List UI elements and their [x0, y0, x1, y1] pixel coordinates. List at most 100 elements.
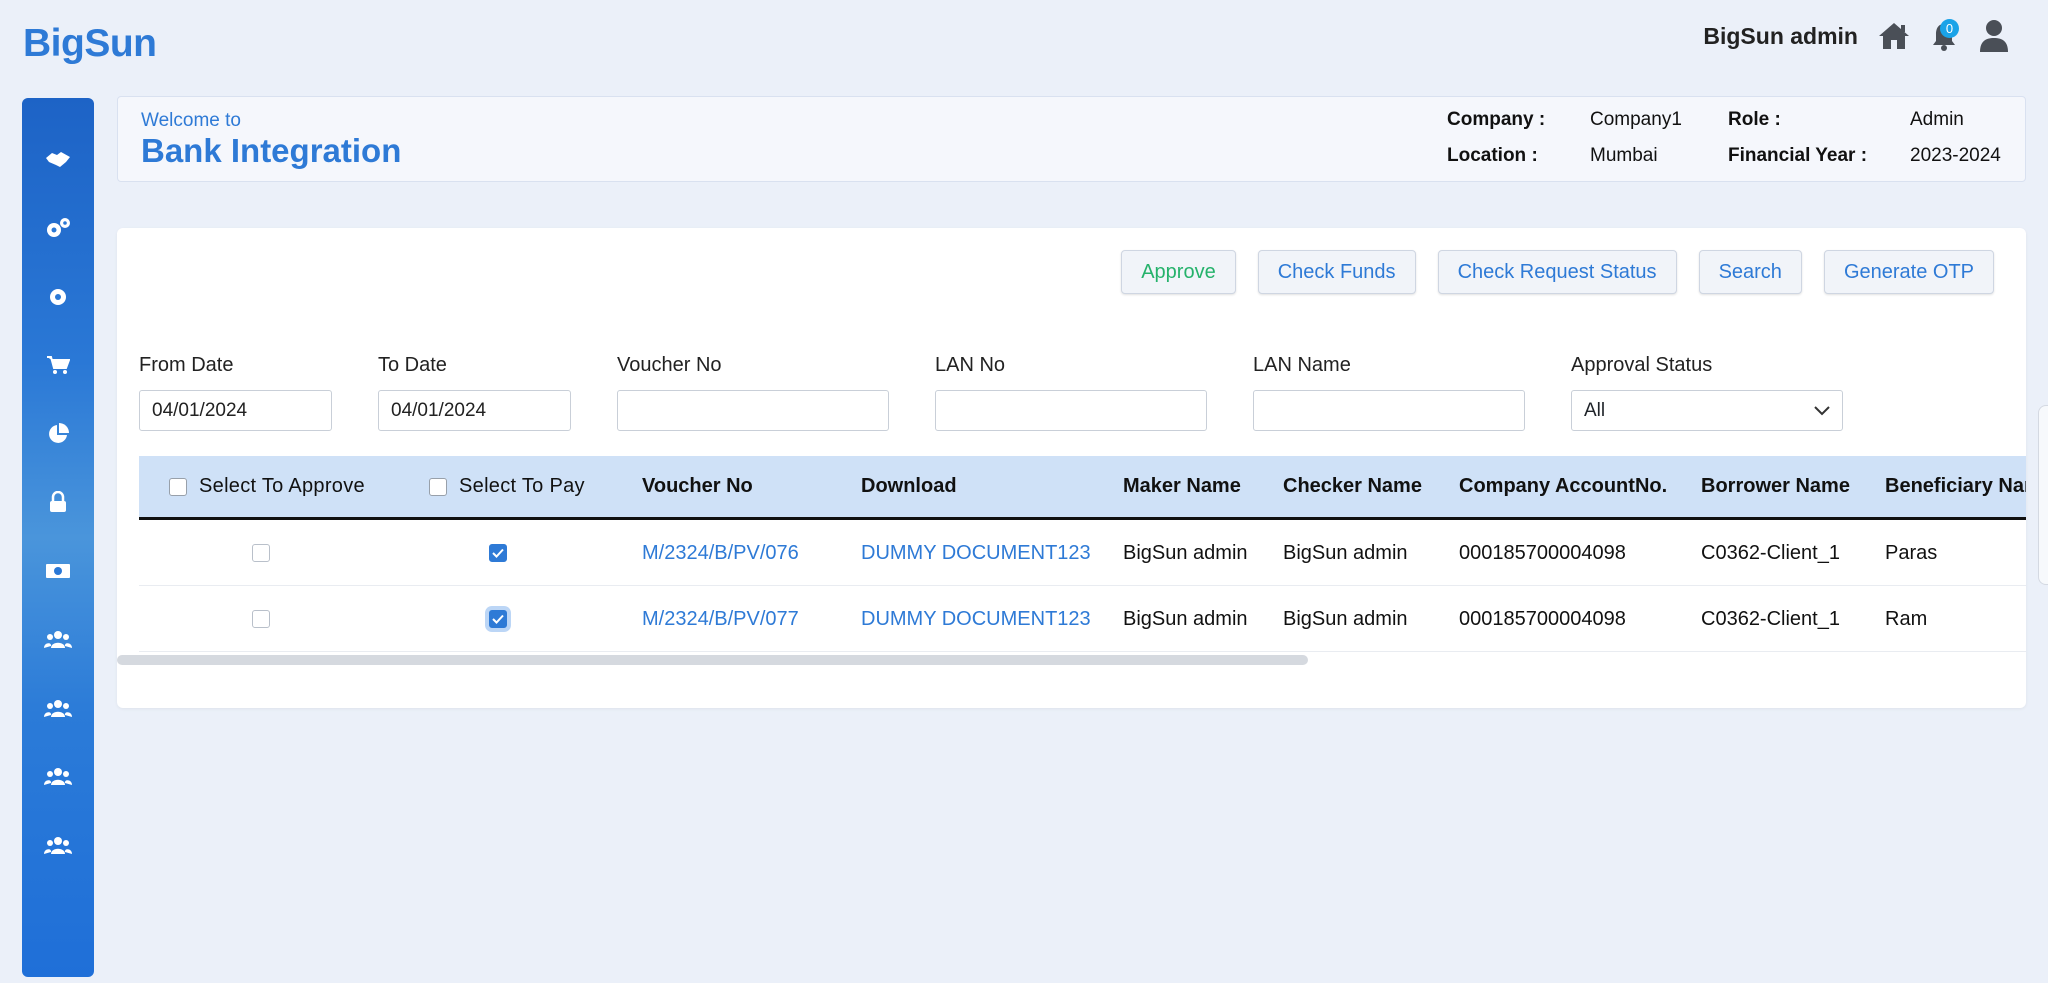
table-row: M/2324/B/PV/076 DUMMY DOCUMENT123 BigSun… — [139, 520, 2026, 586]
top-right-bar: BigSun admin 0 — [1703, 14, 2012, 58]
pay-checkbox[interactable] — [489, 544, 507, 562]
lan-no-input[interactable] — [935, 390, 1207, 431]
search-button[interactable]: Search — [1698, 250, 1802, 294]
financial-year-label: Financial Year : — [1728, 145, 1868, 166]
check-funds-button[interactable]: Check Funds — [1257, 250, 1416, 294]
sidebar — [22, 98, 94, 977]
row-pay-cell — [489, 520, 507, 586]
sidebar-item-users-3[interactable] — [22, 745, 94, 814]
meta-labels-2: Role : Financial Year : — [1728, 109, 1867, 181]
col-beneficiary-name[interactable]: Beneficiary Name — [1885, 456, 2026, 517]
lan-name-input[interactable] — [1253, 390, 1525, 431]
col-voucher-no[interactable]: Voucher No — [642, 456, 753, 517]
from-date-input[interactable] — [139, 390, 332, 431]
check-icon — [492, 548, 504, 558]
col-checker-name[interactable]: Checker Name — [1283, 456, 1422, 517]
lan-no-label: LAN No — [935, 354, 1006, 376]
sidebar-item-payments[interactable] — [22, 539, 94, 608]
financial-year-value: 2023-2024 — [1910, 145, 2001, 166]
pie-chart-icon — [47, 422, 69, 450]
gear-icon — [48, 287, 68, 312]
to-date-filter: To Date — [378, 354, 571, 431]
meta-values-1: Company1 Mumbai — [1590, 109, 1682, 181]
chevron-down-icon — [1814, 400, 1830, 422]
col-maker-name[interactable]: Maker Name — [1123, 456, 1241, 517]
col-company-account[interactable]: Company AccountNo. — [1459, 456, 1667, 517]
download-link[interactable]: DUMMY DOCUMENT123 — [861, 586, 1091, 652]
main-card: Approve Check Funds Check Request Status… — [117, 228, 2026, 708]
company-account-cell: 000185700004098 — [1459, 607, 1626, 630]
col-select-approve: Select To Approve — [169, 456, 365, 517]
home-icon[interactable] — [1876, 18, 1912, 54]
users-icon — [44, 767, 72, 790]
location-value: Mumbai — [1590, 145, 1658, 166]
to-date-input[interactable] — [378, 390, 571, 431]
borrower-name-cell: C0362-Client_1 — [1701, 607, 1840, 630]
col-select-approve-label: Select To Approve — [199, 475, 365, 497]
row-approve-cell — [252, 520, 270, 586]
approval-status-label: Approval Status — [1571, 354, 1713, 376]
meta-values-2: Admin 2023-2024 — [1910, 109, 2001, 181]
check-request-status-button[interactable]: Check Request Status — [1437, 250, 1677, 294]
from-date-filter: From Date — [139, 354, 332, 431]
approval-status-value: All — [1584, 399, 1606, 421]
company-account-cell: 000185700004098 — [1459, 541, 1626, 564]
approval-status-select[interactable]: All — [1571, 390, 1843, 431]
sidebar-item-settings-multi[interactable] — [22, 197, 94, 266]
checker-name-cell: BigSun admin — [1283, 607, 1408, 630]
sidebar-item-users-4[interactable] — [22, 813, 94, 882]
col-select-pay: Select To Pay — [429, 456, 585, 517]
meta-labels-1: Company : Location : — [1447, 109, 1545, 181]
voucher-no-link[interactable]: M/2324/B/PV/077 — [642, 586, 799, 652]
role-label: Role : — [1728, 109, 1781, 130]
approve-checkbox[interactable] — [252, 544, 270, 562]
users-icon — [44, 630, 72, 653]
col-select-pay-label: Select To Pay — [459, 475, 585, 497]
approve-checkbox[interactable] — [252, 610, 270, 628]
voucher-no-link[interactable]: M/2324/B/PV/076 — [642, 520, 799, 586]
download-link[interactable]: DUMMY DOCUMENT123 — [861, 520, 1091, 586]
side-panel-handle[interactable] — [2038, 405, 2048, 585]
sidebar-item-reports[interactable] — [22, 402, 94, 471]
app-logo[interactable]: BigSun — [23, 22, 157, 66]
sidebar-item-cart[interactable] — [22, 334, 94, 403]
cogs-icon — [45, 217, 71, 244]
lan-name-label: LAN Name — [1253, 354, 1351, 376]
sidebar-item-settings[interactable] — [22, 265, 94, 334]
approval-status-filter: Approval Status All — [1571, 354, 1843, 431]
username: BigSun admin — [1703, 22, 1858, 49]
sidebar-item-users-1[interactable] — [22, 608, 94, 677]
table-header: Select To Approve Select To Pay Voucher … — [139, 456, 2026, 520]
pay-checkbox[interactable] — [489, 610, 507, 628]
user-icon[interactable] — [1976, 18, 2012, 54]
sidebar-item-security[interactable] — [22, 471, 94, 540]
col-borrower-name[interactable]: Borrower Name — [1701, 456, 1850, 517]
voucher-no-input[interactable] — [617, 390, 889, 431]
horizontal-scrollbar[interactable] — [117, 655, 1308, 665]
borrower-name-cell: C0362-Client_1 — [1701, 541, 1840, 564]
approve-button[interactable]: Approve — [1121, 250, 1236, 294]
sidebar-item-users-2[interactable] — [22, 676, 94, 745]
from-date-label: From Date — [139, 354, 234, 376]
location-label: Location : — [1447, 145, 1538, 166]
select-all-approve-checkbox[interactable] — [169, 477, 187, 496]
lan-name-filter: LAN Name — [1253, 354, 1525, 431]
beneficiary-name-cell: Paras — [1885, 541, 1938, 564]
page-title: Bank Integration — [141, 132, 402, 169]
cart-icon — [46, 355, 71, 380]
row-approve-cell — [252, 586, 270, 652]
users-icon — [44, 836, 72, 859]
sidebar-item-handshake[interactable] — [22, 128, 94, 197]
users-icon — [44, 699, 72, 722]
bell-icon[interactable]: 0 — [1926, 18, 1962, 54]
lan-no-filter: LAN No — [935, 354, 1207, 431]
beneficiary-name-cell: Ram — [1885, 607, 1928, 630]
voucher-table: Select To Approve Select To Pay Voucher … — [139, 456, 2026, 656]
welcome-panel: Welcome to Bank Integration Company : Lo… — [117, 96, 2026, 182]
col-download[interactable]: Download — [861, 456, 957, 517]
toolbar: Approve Check Funds Check Request Status… — [1121, 250, 1994, 294]
select-all-pay-checkbox[interactable] — [429, 477, 447, 496]
welcome-text: Welcome to — [141, 110, 241, 131]
maker-name-cell: BigSun admin — [1123, 607, 1248, 630]
generate-otp-button[interactable]: Generate OTP — [1823, 250, 1994, 294]
